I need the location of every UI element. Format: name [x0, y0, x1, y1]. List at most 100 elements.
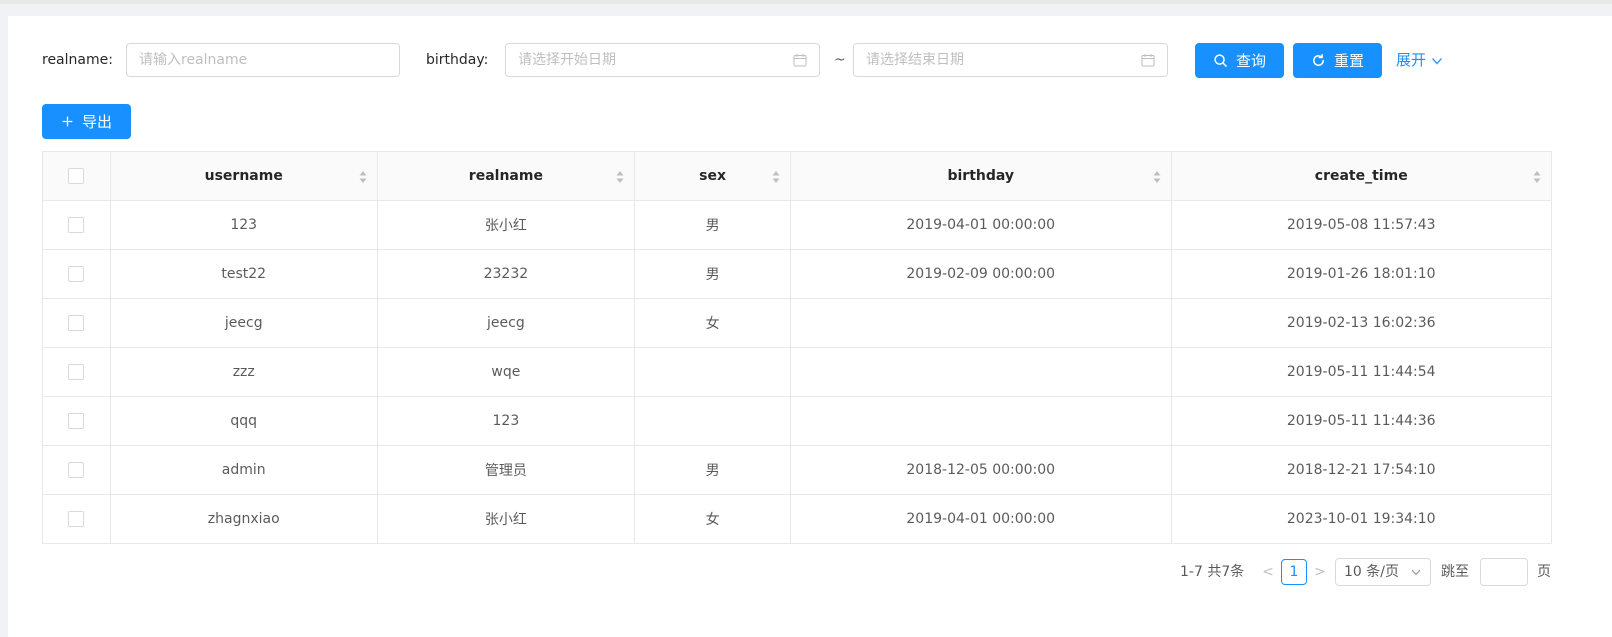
sort-icon[interactable]	[359, 170, 367, 184]
cell-sex	[635, 397, 791, 445]
pagination-prev-button[interactable]: <	[1261, 559, 1275, 585]
table-row[interactable]: zzz wqe 2019-05-11 11:44:54	[43, 348, 1551, 397]
birthday-start-input[interactable]: 请选择开始日期	[505, 43, 820, 77]
cell-sex: 女	[635, 495, 791, 543]
column-header-label: username	[204, 168, 283, 184]
header-select-cell	[43, 152, 111, 200]
cell-create-time: 2019-01-26 18:01:10	[1286, 266, 1436, 282]
row-checkbox[interactable]	[68, 315, 85, 331]
cell-create-time: 2019-05-08 11:57:43	[1286, 217, 1436, 233]
column-header-label: create_time	[1314, 168, 1408, 184]
export-button[interactable]: 导出	[42, 104, 131, 139]
row-checkbox[interactable]	[68, 413, 85, 429]
sort-icon[interactable]	[1153, 170, 1161, 184]
row-checkbox[interactable]	[68, 266, 85, 282]
sort-icon[interactable]	[616, 170, 624, 184]
cell-realname: jeecg	[378, 299, 636, 347]
table-row[interactable]: 123 张小红 男 2019-04-01 00:00:00 2019-05-08…	[43, 201, 1551, 250]
cell-realname: 23232	[378, 250, 636, 298]
cell-sex: 男	[635, 446, 791, 494]
expand-toggle[interactable]: 展开	[1396, 43, 1443, 78]
cell-realname: 张小红	[378, 201, 636, 249]
plus-icon	[62, 116, 73, 127]
cell-username: jeecg	[111, 299, 378, 347]
reload-icon	[1313, 53, 1324, 66]
cell-sex: 女	[635, 299, 791, 347]
search-icon	[1214, 54, 1227, 67]
row-checkbox[interactable]	[68, 217, 85, 233]
cell-realname: 123	[378, 397, 636, 445]
column-header-sex[interactable]: sex	[635, 152, 791, 200]
date-range-separator: ~	[834, 52, 846, 68]
cell-username: zhagnxiao	[111, 495, 378, 543]
table-row[interactable]: zhagnxiao 张小红 女 2019-04-01 00:00:00 2023…	[43, 495, 1551, 544]
row-select-cell	[43, 201, 111, 249]
realname-placeholder: 请输入realname	[139, 52, 248, 68]
table-row[interactable]: admin 管理员 男 2018-12-05 00:00:00 2018-12-…	[43, 446, 1551, 495]
column-header-realname[interactable]: realname	[378, 152, 636, 200]
cell-birthday	[791, 299, 1172, 347]
birthday-start-placeholder: 请选择开始日期	[518, 52, 616, 68]
cell-create-time: 2023-10-01 19:34:10	[1286, 511, 1436, 527]
content-card: realname: 请输入realname birthday: 请选择开始日期 …	[8, 16, 1612, 637]
cell-realname: 张小红	[378, 495, 636, 543]
birthday-label: birthday:	[426, 52, 489, 68]
query-button-label: 查询	[1235, 52, 1266, 70]
cell-username: admin	[111, 446, 378, 494]
column-header-label: birthday	[947, 168, 1015, 184]
table-header-row: username realname sex birthday create_ti…	[43, 152, 1551, 201]
cell-sex: 男	[635, 250, 791, 298]
column-header-create-time[interactable]: create_time	[1172, 152, 1552, 200]
birthday-end-placeholder: 请选择结束日期	[866, 52, 964, 68]
column-header-label: realname	[468, 168, 543, 184]
cell-create-time: 2018-12-21 17:54:10	[1286, 462, 1436, 478]
row-checkbox[interactable]	[68, 462, 85, 478]
page-suffix-label: 页	[1537, 564, 1551, 580]
pagination-page-1[interactable]: 1	[1281, 559, 1307, 585]
select-all-checkbox[interactable]	[68, 168, 85, 184]
jump-page-input[interactable]	[1480, 558, 1528, 586]
chevron-down-icon	[1432, 57, 1442, 64]
row-checkbox[interactable]	[68, 364, 85, 380]
cell-birthday: 2019-04-01 00:00:00	[791, 201, 1172, 249]
cell-birthday: 2019-04-01 00:00:00	[791, 495, 1172, 543]
page-size-value: 10 条/页	[1344, 564, 1399, 580]
cell-realname: wqe	[378, 348, 636, 396]
row-select-cell	[43, 299, 111, 347]
jump-label: 跳至	[1441, 564, 1469, 580]
cell-realname: 管理员	[378, 446, 636, 494]
column-header-birthday[interactable]: birthday	[791, 152, 1172, 200]
query-button[interactable]: 查询	[1195, 43, 1284, 78]
sort-icon[interactable]	[1533, 170, 1541, 184]
realname-input[interactable]: 请输入realname	[126, 43, 400, 77]
table-row[interactable]: jeecg jeecg 女 2019-02-13 16:02:36	[43, 299, 1551, 348]
cell-birthday: 2018-12-05 00:00:00	[791, 446, 1172, 494]
row-select-cell	[43, 397, 111, 445]
realname-label: realname:	[42, 52, 113, 68]
column-header-username[interactable]: username	[111, 152, 378, 200]
table-row[interactable]: qqq 123 2019-05-11 11:44:36	[43, 397, 1551, 446]
cell-username: 123	[111, 201, 378, 249]
cell-username: zzz	[111, 348, 378, 396]
cell-create-time: 2019-05-11 11:44:54	[1286, 364, 1436, 380]
row-checkbox[interactable]	[68, 511, 85, 527]
cell-birthday: 2019-02-09 00:00:00	[791, 250, 1172, 298]
cell-username: qqq	[111, 397, 378, 445]
page-size-select[interactable]: 10 条/页	[1335, 558, 1431, 586]
cell-username: test22	[111, 250, 378, 298]
row-select-cell	[43, 446, 111, 494]
birthday-end-input[interactable]: 请选择结束日期	[853, 43, 1168, 77]
sort-icon[interactable]	[772, 170, 780, 184]
reset-button[interactable]: 重置	[1293, 43, 1382, 78]
data-table: username realname sex birthday create_ti…	[42, 151, 1552, 544]
export-button-label: 导出	[81, 113, 112, 131]
table-row[interactable]: test22 23232 男 2019-02-09 00:00:00 2019-…	[43, 250, 1551, 299]
cell-birthday	[791, 348, 1172, 396]
cell-sex	[635, 348, 791, 396]
cell-create-time: 2019-02-13 16:02:36	[1286, 315, 1436, 331]
row-select-cell	[43, 250, 111, 298]
calendar-icon	[793, 54, 807, 67]
pagination-next-button[interactable]: >	[1313, 559, 1327, 585]
reset-button-label: 重置	[1333, 52, 1364, 70]
pagination-total: 1-7 共7条	[1180, 564, 1245, 580]
